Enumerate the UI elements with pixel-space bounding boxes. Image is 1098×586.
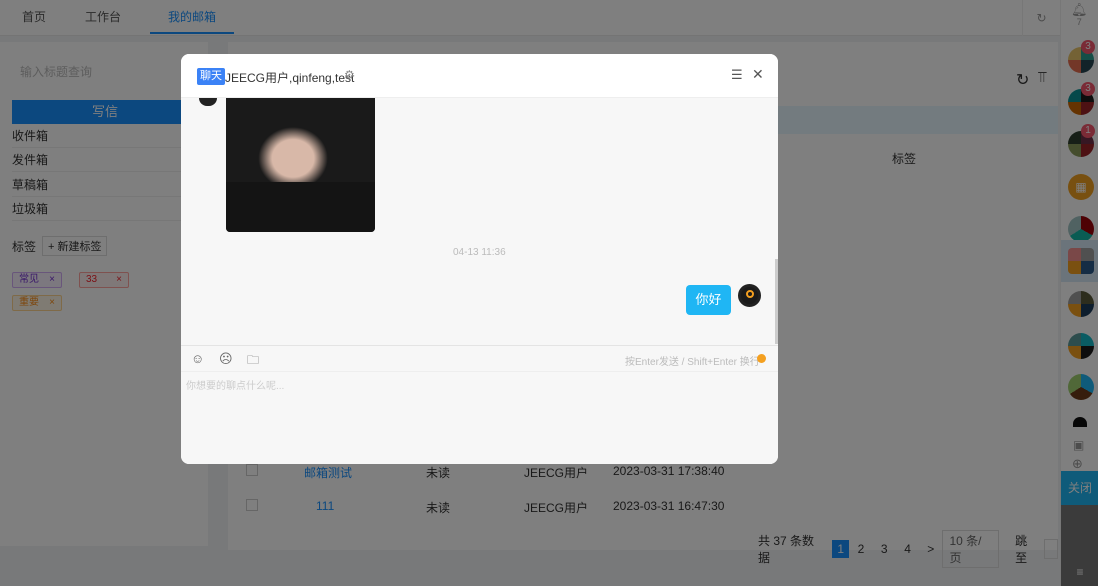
message-input[interactable]: 你想要的聊点什么呢... [181,371,778,464]
photo-detail [226,182,375,232]
message-timestamp: 04-13 11:36 [453,247,506,258]
emoji-icon[interactable]: ☺ [191,351,204,366]
composer: ☺ ☹ 🗀 按Enter发送 / Shift+Enter 换行 你想要的聊点什么… [181,345,778,464]
send-hint: 按Enter发送 / Shift+Enter 换行 [625,357,760,368]
info-icon[interactable] [757,354,766,363]
sticker-icon[interactable]: ☹ [219,351,233,367]
chat-title: JEECG用户,qinfeng,test [225,71,355,85]
gear-icon[interactable]: ⚙ [344,68,355,82]
chat-modal: 聊天 JEECG用户,qinfeng,test ⚙ ☰ ✕ 04-13 11:3… [181,54,778,464]
settings-sliders-icon[interactable]: ☰ [731,67,743,83]
close-icon[interactable]: ✕ [752,66,764,83]
message-bubble: 你好 [686,285,731,315]
image-message[interactable] [226,98,375,232]
scrollbar[interactable] [775,259,778,344]
chat-chip: 聊天 [197,68,225,85]
sender-avatar [199,98,217,106]
my-avatar [738,284,761,307]
chat-header: 聊天 JEECG用户,qinfeng,test ⚙ ☰ ✕ [181,54,778,98]
folder-icon[interactable]: 🗀 [247,351,259,372]
